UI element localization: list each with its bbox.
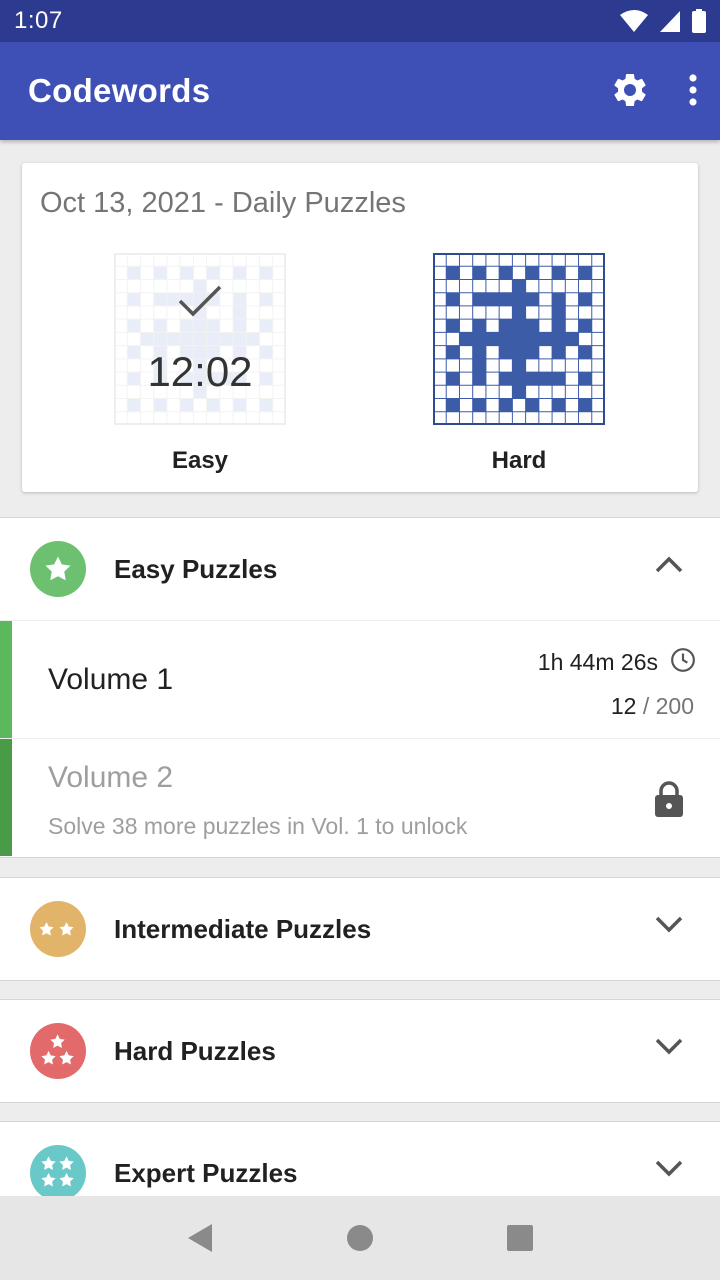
settings-button[interactable]: [610, 70, 650, 110]
daily-puzzles-title: Oct 13, 2021 - Daily Puzzles: [40, 187, 406, 219]
easy-badge: [30, 541, 86, 597]
four-stars-icon: [41, 1156, 74, 1187]
status-time: 1:07: [14, 7, 63, 34]
recents-icon[interactable]: [506, 1224, 534, 1252]
star-icon: [45, 556, 71, 581]
volume-1-solved: 12: [610, 693, 637, 719]
home-icon[interactable]: [346, 1224, 374, 1252]
chevron-down-icon[interactable]: [654, 914, 684, 934]
lock-icon: [655, 781, 683, 817]
daily-puzzles-card: Oct 13, 2021 - Daily Puzzles 12:02 Easy …: [22, 163, 698, 492]
clock-icon: [671, 648, 695, 672]
signal-icon: [660, 11, 680, 32]
expert-badge: [30, 1145, 86, 1201]
intermediate-puzzles-section: Intermediate Puzzles: [0, 877, 720, 981]
three-stars-icon: [41, 1034, 74, 1065]
expert-puzzles-title: Expert Puzzles: [114, 1158, 298, 1188]
volume-1-total: / 200: [642, 693, 694, 719]
intermediate-badge: [30, 901, 86, 957]
volume-2-row[interactable]: Volume 2 Solve 38 more puzzles in Vol. 1…: [0, 738, 720, 856]
hard-puzzles-header[interactable]: Hard Puzzles: [0, 1000, 720, 1102]
easy-puzzle-thumbnail: 12:02: [114, 253, 286, 425]
app-bar: Codewords: [0, 42, 720, 140]
volume-2-strip: [0, 739, 12, 856]
easy-puzzles-section: Easy Puzzles Volume 1 1h 44m 26s 12 / 20…: [0, 517, 720, 858]
two-stars-icon: [39, 922, 74, 936]
status-icons: [620, 9, 706, 33]
hard-puzzles-title: Hard Puzzles: [114, 1036, 276, 1066]
hard-puzzles-section: Hard Puzzles: [0, 999, 720, 1103]
intermediate-puzzles-header[interactable]: Intermediate Puzzles: [0, 878, 720, 980]
volume-1-row[interactable]: Volume 1 1h 44m 26s 12 / 200: [0, 620, 720, 738]
daily-easy-puzzle[interactable]: 12:02 Easy: [114, 253, 286, 475]
hard-puzzle-thumbnail: [433, 253, 605, 425]
status-bar: 1:07: [0, 0, 720, 42]
easy-puzzles-title: Easy Puzzles: [114, 554, 278, 584]
check-icon: [178, 285, 222, 317]
volume-1-progress: 12 / 200: [611, 693, 694, 720]
hard-label: Hard: [491, 447, 547, 474]
hard-badge: [30, 1023, 86, 1079]
chevron-down-icon[interactable]: [654, 1158, 684, 1178]
app-title: Codewords: [28, 72, 211, 109]
volume-1-time: 1h 44m 26s: [537, 649, 658, 675]
daily-hard-puzzle[interactable]: Hard: [433, 253, 605, 475]
easy-solve-time: 12:02: [147, 348, 253, 395]
more-vert-icon: [689, 74, 697, 106]
battery-icon: [692, 9, 706, 33]
volume-1-strip: [0, 621, 12, 738]
overflow-menu-button[interactable]: [688, 74, 698, 106]
wifi-icon: [620, 10, 648, 32]
back-icon[interactable]: [186, 1222, 214, 1254]
system-nav-bar: [0, 1196, 720, 1280]
gear-icon: [614, 73, 646, 106]
volume-1-name: Volume 1: [48, 663, 174, 696]
chevron-down-icon[interactable]: [654, 1036, 684, 1056]
easy-label: Easy: [171, 447, 229, 474]
intermediate-puzzles-title: Intermediate Puzzles: [114, 914, 372, 944]
volume-2-unlock-hint: Solve 38 more puzzles in Vol. 1 to unloc…: [48, 813, 468, 839]
chevron-up-icon[interactable]: [654, 554, 684, 574]
easy-puzzles-header[interactable]: Easy Puzzles: [0, 518, 720, 620]
volume-2-name: Volume 2: [48, 761, 174, 794]
